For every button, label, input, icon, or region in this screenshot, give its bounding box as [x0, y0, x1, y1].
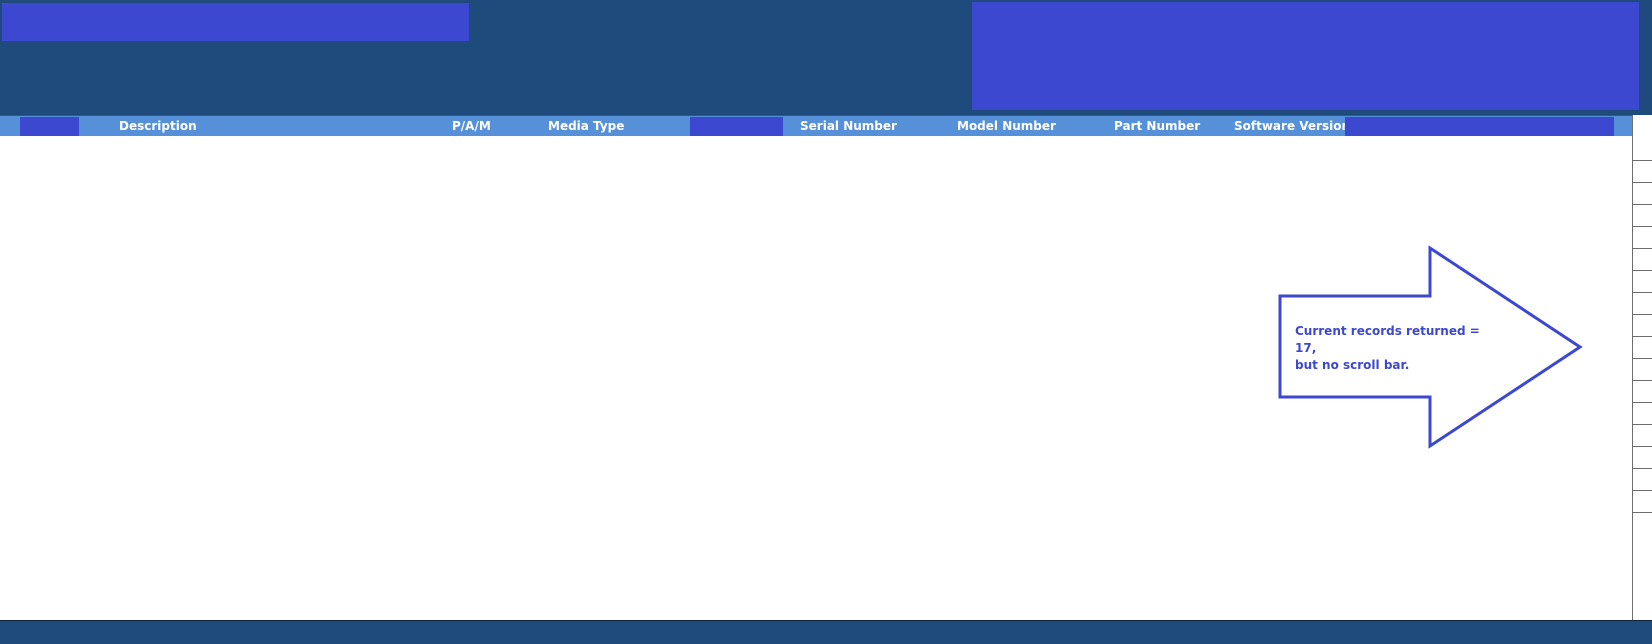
- annotation-arrow: Current records returned = 17, but no sc…: [1275, 245, 1585, 450]
- record-selector-tick: [1633, 512, 1652, 513]
- redacted-header-panel: [972, 2, 1639, 110]
- redacted-column-header: [1345, 117, 1614, 136]
- column-header-software-version[interactable]: Software Version: [1234, 116, 1350, 136]
- redacted-column-header: [690, 117, 783, 136]
- record-selector-tick: [1633, 336, 1652, 337]
- form-header: [0, 0, 1652, 115]
- record-selector-tick: [1633, 314, 1652, 315]
- annotation-line-2: but no scroll bar.: [1295, 358, 1410, 372]
- record-selector-tick: [1633, 446, 1652, 447]
- column-header-media-type[interactable]: Media Type: [548, 116, 624, 136]
- form-footer: [0, 620, 1652, 644]
- column-header-row: Description P/A/M Media Type Serial Numb…: [0, 115, 1632, 136]
- column-header-description[interactable]: Description: [119, 116, 197, 136]
- record-selector-edge: [1632, 115, 1633, 620]
- record-selector-tick: [1633, 204, 1652, 205]
- record-selector-tick: [1633, 270, 1652, 271]
- annotation-text: Current records returned = 17, but no sc…: [1295, 323, 1495, 374]
- record-selector-tick: [1633, 358, 1652, 359]
- record-selector-tick: [1633, 160, 1652, 161]
- record-selector-tick: [1633, 182, 1652, 183]
- column-header-part-number[interactable]: Part Number: [1114, 116, 1200, 136]
- record-selector-tick: [1633, 226, 1652, 227]
- records-form: Description P/A/M Media Type Serial Numb…: [0, 0, 1652, 644]
- column-header-serial-number[interactable]: Serial Number: [800, 116, 897, 136]
- record-selector-tick: [1633, 424, 1652, 425]
- record-selector-tick: [1633, 248, 1652, 249]
- redacted-title: [2, 3, 469, 41]
- column-header-model-number[interactable]: Model Number: [957, 116, 1056, 136]
- record-selector-tick: [1633, 490, 1652, 491]
- record-selector-tick: [1633, 468, 1652, 469]
- record-selector-tick: [1633, 380, 1652, 381]
- record-selector-tick: [1633, 402, 1652, 403]
- annotation-line-1: Current records returned = 17,: [1295, 324, 1480, 355]
- redacted-column-header: [20, 117, 79, 136]
- column-header-pam[interactable]: P/A/M: [452, 116, 491, 136]
- record-selector-tick: [1633, 292, 1652, 293]
